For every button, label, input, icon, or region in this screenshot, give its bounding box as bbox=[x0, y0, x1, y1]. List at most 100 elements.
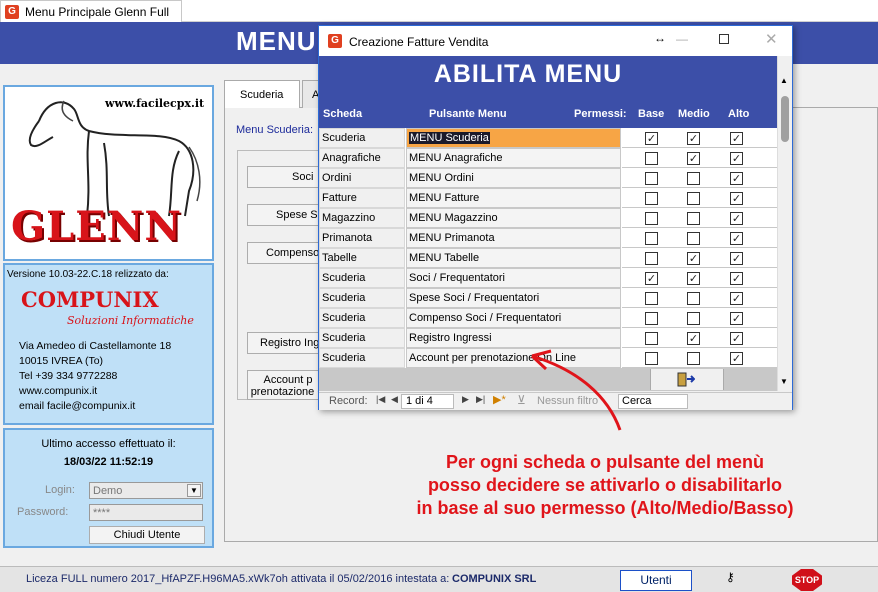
medio-checkbox[interactable] bbox=[687, 212, 700, 225]
alto-checkbox[interactable]: ✓ bbox=[730, 232, 743, 245]
base-checkbox[interactable] bbox=[645, 352, 658, 365]
table-row[interactable]: Fatture MENU Fatture ✓ bbox=[319, 188, 777, 208]
table-row[interactable]: Scuderia Soci / Frequentatori ✓ ✓ ✓ bbox=[319, 268, 777, 288]
base-checkbox[interactable] bbox=[645, 212, 658, 225]
pulsante-cell[interactable]: MENU Scuderia bbox=[406, 128, 621, 148]
alto-checkbox[interactable]: ✓ bbox=[730, 192, 743, 205]
vertical-scrollbar[interactable]: ▲ ▼ bbox=[777, 56, 792, 391]
pulsante-cell[interactable]: Spese Soci / Frequentatori bbox=[406, 288, 621, 308]
pulsante-cell[interactable]: MENU Anagrafiche bbox=[406, 148, 621, 168]
scheda-cell[interactable]: Fatture bbox=[319, 188, 405, 208]
scheda-cell[interactable]: Anagrafiche bbox=[319, 148, 405, 168]
minimize-icon[interactable]: — bbox=[676, 32, 688, 46]
pulsante-cell[interactable]: MENU Fatture bbox=[406, 188, 621, 208]
table-row[interactable]: Ordini MENU Ordini ✓ bbox=[319, 168, 777, 188]
medio-checkbox[interactable]: ✓ bbox=[687, 272, 700, 285]
maximize-icon[interactable] bbox=[719, 34, 729, 44]
table-row[interactable]: Scuderia Registro Ingressi ✓ ✓ bbox=[319, 328, 777, 348]
alto-checkbox[interactable]: ✓ bbox=[730, 312, 743, 325]
alto-checkbox[interactable]: ✓ bbox=[730, 332, 743, 345]
base-checkbox[interactable] bbox=[645, 292, 658, 305]
main-window-tab[interactable]: G Menu Principale Glenn Full bbox=[0, 0, 182, 22]
base-checkbox[interactable] bbox=[645, 312, 658, 325]
tab-scuderia[interactable]: Scuderia bbox=[224, 80, 300, 108]
medio-checkbox[interactable] bbox=[687, 312, 700, 325]
soci-button[interactable]: Soci bbox=[247, 166, 327, 188]
pulsante-cell[interactable]: MENU Magazzino bbox=[406, 208, 621, 228]
base-checkbox[interactable] bbox=[645, 332, 658, 345]
new-record-icon[interactable]: ▶* bbox=[493, 393, 506, 406]
last-record-icon[interactable]: ▶| bbox=[476, 394, 485, 405]
scheda-cell[interactable]: Ordini bbox=[319, 168, 405, 188]
next-record-icon[interactable]: ▶ bbox=[462, 394, 469, 405]
pulsante-cell[interactable]: MENU Ordini bbox=[406, 168, 621, 188]
scheda-cell[interactable]: Scuderia bbox=[319, 308, 405, 328]
key-icon[interactable]: ⚷ bbox=[726, 570, 735, 584]
base-checkbox[interactable] bbox=[645, 152, 658, 165]
compenso-button[interactable]: Compenso bbox=[247, 242, 327, 264]
base-checkbox[interactable] bbox=[645, 192, 658, 205]
medio-checkbox[interactable] bbox=[687, 192, 700, 205]
alto-checkbox[interactable]: ✓ bbox=[730, 152, 743, 165]
table-row[interactable]: Scuderia Compenso Soci / Frequentatori ✓ bbox=[319, 308, 777, 328]
base-checkbox[interactable] bbox=[645, 252, 658, 265]
medio-checkbox[interactable]: ✓ bbox=[687, 252, 700, 265]
alto-checkbox[interactable]: ✓ bbox=[730, 212, 743, 225]
scheda-cell[interactable]: Tabelle bbox=[319, 248, 405, 268]
medio-checkbox[interactable]: ✓ bbox=[687, 332, 700, 345]
alto-checkbox[interactable]: ✓ bbox=[730, 292, 743, 305]
table-row[interactable]: Scuderia Spese Soci / Frequentatori ✓ bbox=[319, 288, 777, 308]
account-button[interactable]: Account p prenotazione C bbox=[247, 370, 327, 400]
table-row[interactable]: Scuderia MENU Scuderia ✓ ✓ ✓ bbox=[319, 128, 777, 148]
table-row[interactable]: Primanota MENU Primanota ✓ bbox=[319, 228, 777, 248]
pulsante-cell[interactable]: Registro Ingressi bbox=[406, 328, 621, 348]
pulsante-cell[interactable]: MENU Tabelle bbox=[406, 248, 621, 268]
logout-button[interactable]: Chiudi Utente bbox=[89, 526, 205, 544]
scroll-down-icon[interactable]: ▼ bbox=[780, 377, 788, 386]
medio-checkbox[interactable] bbox=[687, 232, 700, 245]
chevron-down-icon[interactable]: ▼ bbox=[187, 484, 201, 497]
scroll-up-icon[interactable]: ▲ bbox=[780, 76, 788, 85]
alto-checkbox[interactable]: ✓ bbox=[730, 132, 743, 145]
medio-checkbox[interactable] bbox=[687, 292, 700, 305]
medio-checkbox[interactable] bbox=[687, 172, 700, 185]
password-field[interactable]: **** bbox=[89, 504, 203, 521]
users-button[interactable]: Utenti bbox=[620, 570, 692, 591]
alto-checkbox[interactable]: ✓ bbox=[730, 352, 743, 365]
medio-checkbox[interactable]: ✓ bbox=[687, 132, 700, 145]
table-row[interactable]: Magazzino MENU Magazzino ✓ bbox=[319, 208, 777, 228]
record-position[interactable]: 1 di 4 bbox=[401, 394, 454, 409]
medio-checkbox[interactable]: ✓ bbox=[687, 152, 700, 165]
close-icon[interactable]: ✕ bbox=[765, 30, 778, 48]
medio-checkbox[interactable] bbox=[687, 352, 700, 365]
pulsante-cell[interactable]: MENU Primanota bbox=[406, 228, 621, 248]
filter-icon[interactable]: ⊻ bbox=[517, 393, 526, 407]
exit-button[interactable] bbox=[650, 369, 724, 390]
scheda-cell[interactable]: Magazzino bbox=[319, 208, 405, 228]
base-checkbox[interactable] bbox=[645, 172, 658, 185]
scheda-cell[interactable]: Scuderia bbox=[319, 128, 405, 148]
pulsante-cell[interactable]: Soci / Frequentatori bbox=[406, 268, 621, 288]
table-row[interactable]: Anagrafiche MENU Anagrafiche ✓ ✓ bbox=[319, 148, 777, 168]
registro-ingressi-button[interactable]: Registro Ing bbox=[247, 332, 327, 354]
scheda-cell[interactable]: Primanota bbox=[319, 228, 405, 248]
base-checkbox[interactable] bbox=[645, 232, 658, 245]
scheda-cell[interactable]: Scuderia bbox=[319, 328, 405, 348]
login-select[interactable]: Demo ▼ bbox=[89, 482, 203, 499]
first-record-icon[interactable]: |◀ bbox=[376, 394, 385, 405]
scroll-thumb[interactable] bbox=[781, 96, 789, 142]
pulsante-cell[interactable]: Compenso Soci / Frequentatori bbox=[406, 308, 621, 328]
alto-checkbox[interactable]: ✓ bbox=[730, 172, 743, 185]
dialog-titlebar[interactable]: G Creazione Fatture Vendita ↔ — ✕ bbox=[319, 26, 792, 56]
base-checkbox[interactable]: ✓ bbox=[645, 132, 658, 145]
base-checkbox[interactable]: ✓ bbox=[645, 272, 658, 285]
scheda-cell[interactable]: Scuderia bbox=[319, 348, 405, 368]
prev-record-icon[interactable]: ◀ bbox=[391, 394, 398, 405]
spese-soci-button[interactable]: Spese Sc bbox=[247, 204, 327, 226]
resize-arrows-icon[interactable]: ↔ bbox=[654, 31, 666, 45]
alto-checkbox[interactable]: ✓ bbox=[730, 272, 743, 285]
scheda-cell[interactable]: Scuderia bbox=[319, 268, 405, 288]
alto-checkbox[interactable]: ✓ bbox=[730, 252, 743, 265]
no-filter-label[interactable]: Nessun filtro bbox=[537, 395, 598, 407]
search-input[interactable]: Cerca bbox=[618, 394, 688, 409]
